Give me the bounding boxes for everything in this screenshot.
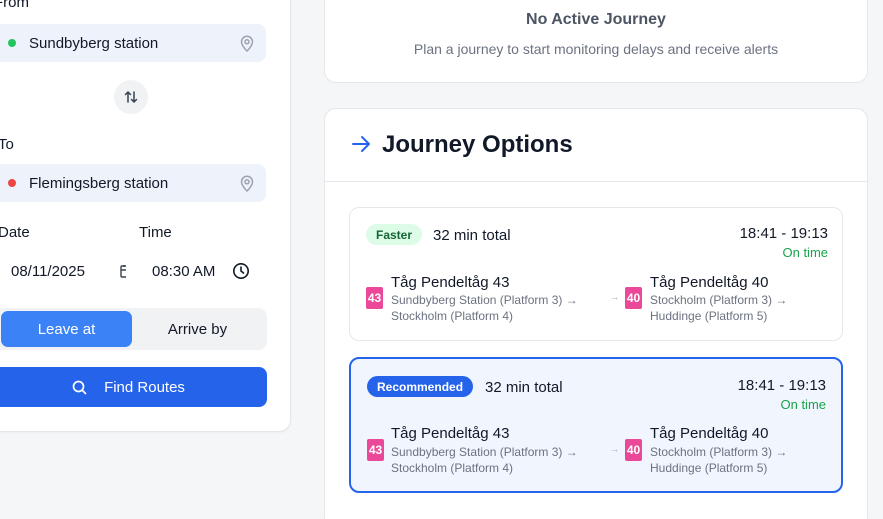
find-routes-button[interactable]: Find Routes: [0, 367, 267, 407]
search-icon: [72, 380, 87, 395]
leg-route-from: Stockholm (Platform 3) →: [650, 293, 788, 307]
to-station-value: Flemingsberg station: [29, 174, 169, 192]
recommended-badge: Recommended: [367, 376, 474, 397]
from-station-value: Sundbyberg station: [29, 34, 159, 52]
journey-status: On time: [782, 245, 828, 260]
leg-name: Tåg Pendeltåg 40: [650, 274, 769, 291]
to-label: To: [0, 136, 14, 153]
date-input[interactable]: 08/11/2025: [0, 252, 126, 290]
journey-options-title: Journey Options: [382, 131, 573, 158]
leg-route-to: Huddinge (Platform 5): [650, 309, 768, 323]
journey-options-card: Journey Options Faster 32 min total 18:4…: [324, 108, 868, 519]
status-subtitle: Plan a journey to start monitoring delay…: [413, 41, 779, 57]
journey-option-card-recommended[interactable]: Recommended 32 min total 18:41 - 19:13 O…: [349, 357, 843, 493]
time-value: 08:30 AM: [152, 262, 216, 280]
faster-badge: Faster: [366, 224, 423, 245]
journey-option-card[interactable]: Faster 32 min total 18:41 - 19:13 On tim…: [349, 207, 843, 341]
leg-name: Tåg Pendeltåg 43: [391, 425, 510, 442]
to-dot-icon: [8, 179, 16, 187]
date-value: 08/11/2025: [11, 262, 85, 280]
map-pin-icon: [240, 35, 254, 52]
line-badge: 40: [625, 439, 642, 461]
from-label: From: [0, 0, 29, 11]
swap-stations-button[interactable]: [114, 80, 148, 114]
clock-icon[interactable]: [232, 262, 250, 280]
leg-connector-arrow: →: [610, 292, 619, 302]
leg-name: Tåg Pendeltåg 43: [391, 274, 510, 291]
line-badge: 43: [367, 439, 384, 461]
date-label: Date: [0, 224, 30, 241]
leg-name: Tåg Pendeltåg 40: [650, 425, 769, 442]
arrow-right-icon: [351, 135, 371, 153]
swap-vertical-icon: [123, 89, 139, 105]
calendar-icon[interactable]: [120, 264, 126, 278]
journey-status: On time: [780, 397, 826, 412]
line-badge: 43: [366, 287, 383, 309]
find-routes-label: Find Routes: [104, 378, 185, 396]
journey-options-header: Journey Options: [325, 109, 867, 182]
journey-total-duration: 32 min total: [433, 227, 511, 244]
journey-times: 18:41 - 19:13: [737, 377, 826, 394]
leg-route-from: Sundbyberg Station (Platform 3) →: [391, 445, 578, 459]
leg-connector-arrow: →: [610, 444, 619, 454]
map-pin-icon: [240, 175, 254, 192]
from-dot-icon: [8, 39, 16, 47]
line-badge: 40: [625, 287, 642, 309]
to-station-field[interactable]: Flemingsberg station: [0, 164, 266, 202]
departure-mode-toggle: Leave at Arrive by: [0, 308, 267, 350]
journey-total-duration: 32 min total: [485, 379, 563, 396]
from-station-field[interactable]: Sundbyberg station: [0, 24, 266, 62]
leg-route-from: Stockholm (Platform 3) →: [650, 445, 788, 459]
journey-status-card: No Active Journey Plan a journey to star…: [324, 0, 868, 83]
journey-times: 18:41 - 19:13: [739, 225, 828, 242]
time-label: Time: [139, 224, 172, 241]
status-title: No Active Journey: [526, 11, 666, 28]
leg-route-to: Stockholm (Platform 4): [391, 461, 514, 475]
leg-route-to: Stockholm (Platform 4): [391, 309, 514, 323]
time-input[interactable]: 08:30 AM: [139, 252, 266, 290]
leave-at-button[interactable]: Leave at: [1, 311, 132, 347]
leg-route-from: Sundbyberg Station (Platform 3) →: [391, 293, 578, 307]
leg-route-to: Huddinge (Platform 5): [650, 461, 768, 475]
arrive-by-button[interactable]: Arrive by: [132, 311, 263, 347]
